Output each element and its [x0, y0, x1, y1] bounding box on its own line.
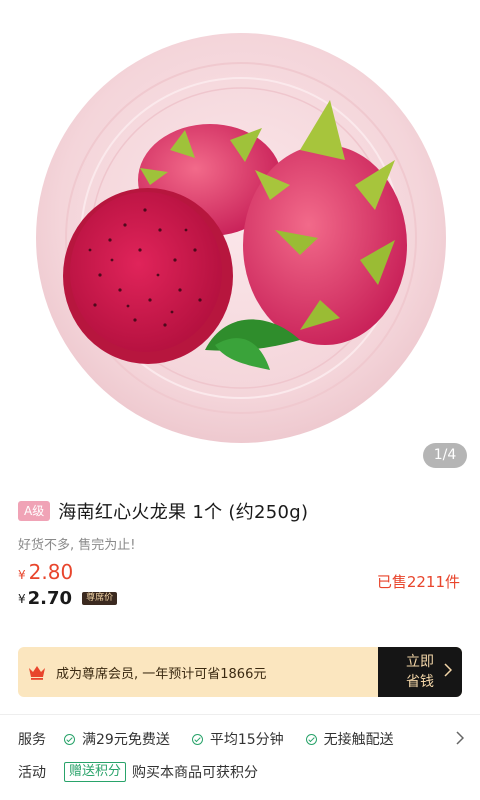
service-item: 满29元免费送	[64, 729, 170, 749]
member-price: ¥ 2.70 尊席价	[18, 588, 118, 609]
points-tag: 赠送积分	[64, 762, 127, 782]
section-divider	[0, 714, 480, 715]
price: ¥ 2.80	[18, 560, 73, 584]
product-subtitle: 好货不多, 售完为止!	[18, 538, 136, 553]
activity-row[interactable]: 活动 赠送积分 购买本商品可获积分	[18, 762, 258, 782]
check-circle-icon	[305, 733, 317, 745]
chevron-right-icon	[444, 663, 452, 677]
member-price-value: 2.70	[27, 588, 73, 609]
save-money-button-label: 立即省钱	[406, 654, 434, 690]
services-label: 服务	[18, 732, 46, 748]
activity-text: 购买本商品可获积分	[132, 765, 259, 781]
product-image-carousel[interactable]: 1/4	[0, 0, 480, 480]
check-circle-icon	[64, 733, 75, 745]
image-pager-indicator: 1/4	[423, 443, 467, 468]
price-value: 2.80	[28, 560, 74, 584]
product-title: 海南红心火龙果 1个 (约250g)	[58, 502, 309, 523]
save-money-button[interactable]: 立即省钱	[378, 647, 462, 697]
service-item: 无接触配送	[305, 729, 394, 749]
product-title-row: A级 海南红心火龙果 1个 (约250g)	[18, 498, 308, 524]
sold-count: 已售2211件	[376, 573, 460, 591]
vip-membership-banner[interactable]: 成为尊席会员, 一年预计可省1866元 立即省钱	[18, 647, 462, 697]
activity-label: 活动	[18, 765, 46, 781]
member-price-tag: 尊席价	[82, 592, 118, 605]
vip-banner-text: 成为尊席会员, 一年预计可省1866元	[56, 666, 267, 682]
chevron-right-icon[interactable]	[456, 731, 464, 745]
dragon-fruit-image	[36, 33, 446, 443]
member-price-currency: ¥	[18, 591, 26, 606]
service-item-label: 无接触配送	[323, 732, 394, 748]
services-row[interactable]: 服务 满29元免费送 平均15分钟 无接触配送	[18, 728, 468, 750]
crown-icon	[29, 666, 45, 680]
grade-badge: A级	[18, 501, 51, 521]
service-item-label: 平均15分钟	[209, 732, 284, 748]
price-currency: ¥	[18, 568, 26, 582]
service-item: 平均15分钟	[191, 729, 284, 749]
service-item-label: 满29元免费送	[82, 732, 170, 748]
check-circle-icon	[191, 733, 203, 745]
